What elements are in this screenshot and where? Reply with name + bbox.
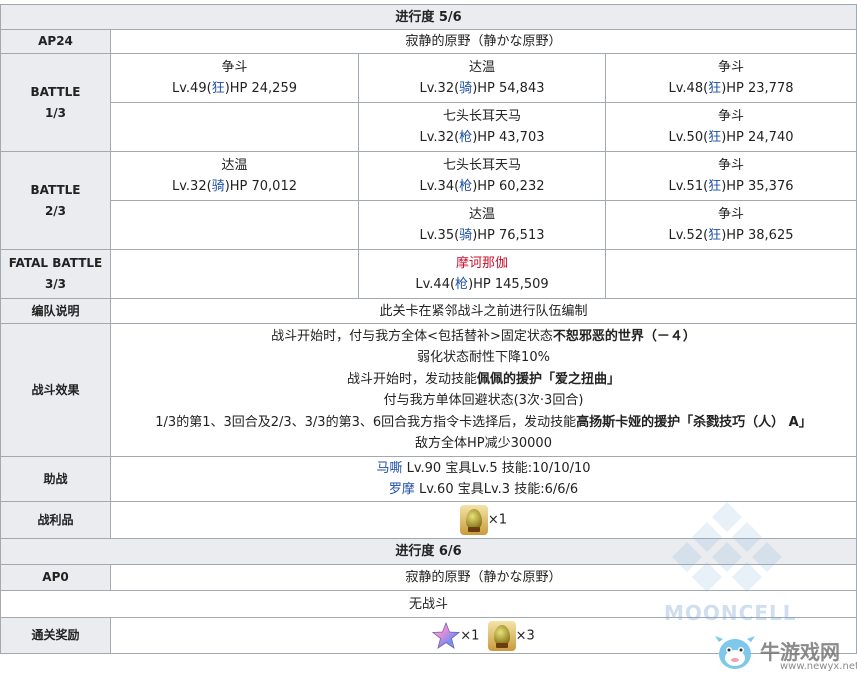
enemy-name: 达温: [468, 60, 495, 75]
golden-egg-item-icon[interactable]: [459, 505, 488, 535]
enemy-class[interactable]: 狂: [212, 81, 225, 96]
reward-count: ×3: [515, 628, 535, 643]
enemy-cell-empty: [110, 102, 359, 152]
loot-list: ×1: [110, 501, 857, 539]
formation-label: 编队说明: [0, 298, 111, 324]
enemy-class[interactable]: 狂: [708, 81, 721, 96]
saint-quartz-icon[interactable]: [432, 621, 461, 650]
enemy-stats: Lv.35(骑)HP 76,513: [419, 228, 545, 243]
enemy-name: 达温: [468, 207, 495, 222]
enemy-class[interactable]: 枪: [459, 179, 472, 194]
enemy-cell: 争斗 Lv.48(狂)HP 23,778: [605, 53, 857, 103]
enemy-stats: Lv.32(枪)HP 43,703: [419, 130, 545, 145]
enemy-stats: Lv.49(狂)HP 24,259: [171, 81, 297, 96]
enemy-stats: Lv.51(狂)HP 35,376: [668, 179, 794, 194]
formation-text: 此关卡在紧邻战斗之前进行队伍编制: [110, 298, 857, 324]
enemy-stats: Lv.44(枪)HP 145,509: [415, 277, 549, 292]
enemy-class[interactable]: 狂: [708, 130, 721, 145]
location-name: 寂静的原野（静かな原野）: [110, 564, 857, 591]
mooncell-watermark-text: MOONCELL: [664, 601, 797, 625]
enemy-name: 争斗: [221, 60, 248, 75]
enemy-cell: 达温 Lv.32(骑)HP 54,843: [358, 53, 606, 103]
location-name: 寂静的原野（静かな原野）: [110, 29, 857, 54]
enemy-name: 争斗: [717, 109, 744, 124]
effect-line: 战斗开始时，发动技能佩佩的援护「爱之扭曲」: [346, 371, 621, 387]
enemy-class[interactable]: 狂: [708, 228, 721, 243]
enemy-stats: Lv.48(狂)HP 23,778: [668, 81, 794, 96]
enemy-cell: 争斗 Lv.51(狂)HP 35,376: [605, 151, 857, 201]
effect-line: 弱化状态耐性下降10%: [417, 350, 550, 365]
enemy-name: 争斗: [717, 158, 744, 173]
enemy-cell: 争斗 Lv.49(狂)HP 24,259: [110, 53, 359, 103]
enemy-class[interactable]: 骑: [459, 228, 472, 243]
enemy-stats: Lv.32(骑)HP 70,012: [171, 179, 297, 194]
loot-label: 战利品: [0, 501, 111, 539]
enemy-name: 争斗: [717, 207, 744, 222]
support-list: 马嘶 Lv.90 宝具Lv.5 技能:10/10/10 罗摩 Lv.60 宝具L…: [110, 456, 857, 502]
site-watermark-url: www.newyx.net: [780, 661, 857, 672]
effect-line: 1/3的第1、3回合及2/3、3/3的第3、6回合我方指令卡选择后，发动技能高扬…: [155, 414, 812, 430]
enemy-class[interactable]: 骑: [212, 179, 225, 194]
enemy-cell: 七头长耳天马 Lv.32(枪)HP 43,703: [358, 102, 606, 152]
quest-table: 进行度 5/6 AP24 寂静的原野（静かな原野） BATTLE 1/3 争斗 …: [0, 4, 857, 654]
enemy-class[interactable]: 枪: [459, 130, 472, 145]
support-item: 罗摩 Lv.60 宝具Lv.3 技能:6/6/6: [388, 482, 579, 497]
ap-label: AP0: [0, 564, 111, 591]
enemy-class[interactable]: 枪: [455, 277, 468, 292]
enemy-class[interactable]: 狂: [708, 179, 721, 194]
support-item: 马嘶 Lv.90 宝具Lv.5 技能:10/10/10: [376, 461, 591, 476]
enemy-name: 争斗: [717, 60, 744, 75]
enemy-stats: Lv.52(狂)HP 38,625: [668, 228, 794, 243]
enemy-class[interactable]: 骑: [459, 81, 472, 96]
enemy-cell-boss: 摩诃那伽 Lv.44(枪)HP 145,509: [358, 249, 606, 299]
enemy-name: 七头长耳天马: [442, 109, 521, 124]
effect-line: 付与我方单体回避状态(3次·3回合): [383, 393, 584, 408]
enemy-cell: 达温 Lv.32(骑)HP 70,012: [110, 151, 359, 201]
enemy-cell-empty: [605, 249, 857, 299]
loot-count: ×1: [487, 512, 508, 528]
enemy-cell: 达温 Lv.35(骑)HP 76,513: [358, 200, 606, 250]
battle-3-label: FATAL BATTLE 3/3: [0, 249, 111, 299]
enemy-cell: 争斗 Lv.50(狂)HP 24,740: [605, 102, 857, 152]
reward-label: 通关奖励: [0, 617, 111, 654]
progress-header-6: 进行度 6/6: [0, 538, 857, 565]
enemy-stats: Lv.32(骑)HP 54,843: [419, 81, 545, 96]
boss-name[interactable]: 摩诃那伽: [456, 256, 508, 271]
enemy-stats: Lv.50(狂)HP 24,740: [668, 130, 794, 145]
effects-label: 战斗效果: [0, 323, 111, 457]
battle-1-label: BATTLE 1/3: [0, 53, 111, 152]
support-servant-link[interactable]: 马嘶: [376, 461, 402, 476]
effect-line: 战斗开始时，付与我方全体<包括替补>固定状态不恕邪恶的世界（－４）: [271, 328, 696, 344]
reward-count: ×1: [460, 628, 480, 643]
enemy-cell: 七头长耳天马 Lv.34(枪)HP 60,232: [358, 151, 606, 201]
enemy-stats: Lv.34(枪)HP 60,232: [419, 179, 545, 194]
enemy-name: 达温: [221, 158, 248, 173]
ap-label: AP24: [0, 29, 111, 54]
golden-egg-item-icon[interactable]: [487, 620, 516, 651]
progress-header-5: 进行度 5/6: [0, 4, 857, 30]
support-label: 助战: [0, 456, 111, 502]
battle-2-label: BATTLE 2/3: [0, 151, 111, 250]
support-servant-link[interactable]: 罗摩: [389, 482, 415, 497]
enemy-cell: 争斗 Lv.52(狂)HP 38,625: [605, 200, 857, 250]
effects-list: 战斗开始时，付与我方全体<包括替补>固定状态不恕邪恶的世界（－４） 弱化状态耐性…: [110, 323, 857, 457]
enemy-cell-empty: [110, 200, 359, 250]
enemy-cell-empty: [110, 249, 359, 299]
enemy-name: 七头长耳天马: [442, 158, 521, 173]
effect-line: 敌方全体HP减少30000: [415, 436, 552, 451]
